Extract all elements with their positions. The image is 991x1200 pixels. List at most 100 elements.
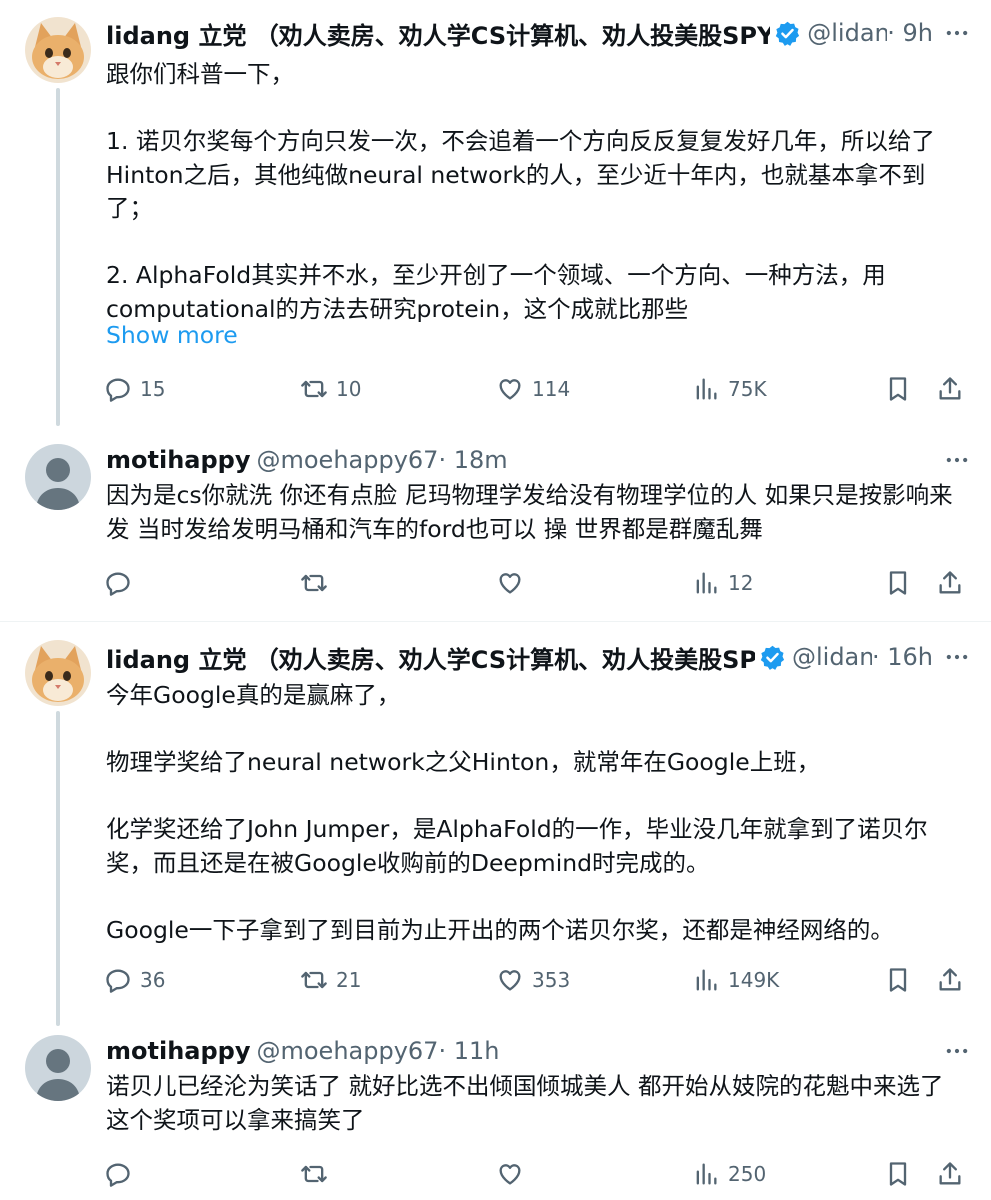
repost-icon [301,1165,327,1183]
views-count: 12 [728,571,754,595]
author-name[interactable]: motihappy [106,1037,250,1065]
tweet-header: motihappy @moehappy67 · 11h [106,1032,971,1070]
tweet-paragraph: 物理学奖给了neural network之父Hinton，就常年在Google上… [106,748,821,776]
author-name[interactable]: lidang 立党 （劝人卖房、劝人学CS计算机、劝人投美股SPY [106,16,770,51]
tweet-paragraph: 化学奖还给了John Jumper，是AlphaFold的一作，毕业没几年就拿到… [106,815,928,877]
like-button[interactable]: 353 [496,963,570,997]
share-button[interactable] [936,566,964,600]
views-button[interactable]: 250 [692,1157,766,1191]
repost-icon [301,574,327,592]
tweet-paragraph: 因为是cs你就洗 你还有点脸 尼玛物理学发给没有物理学位的人 如果只是按影响来发… [106,481,953,543]
author-name[interactable]: lidang 立党 （劝人卖房、劝人学CS计算机、劝人投美股SPY [106,640,755,675]
share-button[interactable] [936,1157,964,1191]
tweet-header: lidang 立党 （劝人卖房、劝人学CS计算机、劝人投美股SPY @lidan… [106,14,971,52]
share-button[interactable] [936,372,964,406]
repost-button[interactable]: 21 [300,963,361,997]
more-options-icon[interactable] [943,446,971,474]
bookmark-icon [889,1162,907,1186]
avatar-cat[interactable] [25,640,91,706]
views-button[interactable]: 75K [692,372,767,406]
views-button[interactable]: 12 [692,566,753,600]
show-more-link[interactable]: Show more [106,319,238,352]
like-icon [499,379,521,400]
like-icon [499,970,521,991]
like-button[interactable] [496,566,532,600]
reply-icon [106,1163,130,1187]
views-count: 75K [728,377,767,401]
tweet-paragraph: 2. AlphaFold其实并不水，至少开创了一个领域、一个方向、一种方法，用c… [106,261,886,323]
bookmark-icon [889,968,907,992]
time-label[interactable]: 9h [903,19,933,47]
author-handle[interactable]: @moehappy67 [256,1037,438,1065]
tweet-time[interactable]: · 9h [887,19,933,47]
avatar-default[interactable] [25,1035,91,1101]
reply-button[interactable] [104,1157,140,1191]
reply-button[interactable]: 15 [104,372,165,406]
like-icon [499,1164,521,1185]
views-icon [696,1163,717,1185]
action-bar: 15 10 114 75K [104,372,965,406]
reply-button[interactable]: 36 [104,963,165,997]
tweet-paragraph: 诺贝儿已经沦为笑话了 就好比选不出倾国倾城美人 都开始从妓院的花魁中来选了 这个… [106,1072,944,1134]
tweet-text: 因为是cs你就洗 你还有点脸 尼玛物理学发给没有物理学位的人 如果只是按影响来发… [106,479,971,546]
avatar-cat[interactable] [25,17,91,83]
tweet-paragraph: 今年Google真的是赢麻了， [106,681,401,709]
tweet-time[interactable]: · 16h [872,643,933,671]
bookmark-button[interactable] [884,963,912,997]
tweet-time[interactable]: · 11h [438,1037,499,1065]
repost-button[interactable] [300,566,336,600]
time-label[interactable]: 18m [454,446,508,474]
views-count: 250 [728,1162,767,1186]
meta-separator: · [887,19,903,47]
tweet-1[interactable]: lidang 立党 （劝人卖房、劝人学CS计算机、劝人投美股SPY @lidan… [0,0,991,430]
share-button[interactable] [936,963,964,997]
tweet-2[interactable]: motihappy @moehappy67 · 18m 因为是cs你就洗 你还有… [0,430,991,622]
share-icon [939,571,961,594]
time-label[interactable]: 16h [887,643,933,671]
bookmark-button[interactable] [884,566,912,600]
more-options-icon[interactable] [943,1037,971,1065]
views-icon [696,378,717,400]
tweet-3[interactable]: lidang 立党 （劝人卖房、劝人学CS计算机、劝人投美股SPY @lidan… [0,622,991,1026]
tweet-paragraph: 1. 诺贝尔奖每个方向只发一次，不会追着一个方向反反复复发好几年，所以给了Hin… [106,127,935,222]
meta-separator: · [871,643,888,671]
share-icon [939,377,961,400]
reply-count: 15 [140,377,166,401]
repost-count: 10 [336,377,362,401]
author-handle[interactable]: @lidangzzz [807,19,887,47]
author-name[interactable]: motihappy [106,446,250,474]
share-icon [939,1162,961,1185]
like-button[interactable]: 114 [496,372,570,406]
repost-icon [301,380,327,398]
thread-line [56,711,60,1026]
bookmark-button[interactable] [884,372,912,406]
views-icon [696,969,717,991]
reply-icon [106,378,130,402]
meta-separator: · [438,446,454,474]
more-options-icon[interactable] [943,643,971,671]
bookmark-button[interactable] [884,1157,912,1191]
tweet-4[interactable]: motihappy @moehappy67 · 11h 诺贝儿已经沦为笑话了 就… [0,1022,991,1200]
action-bar: 250 [104,1157,965,1191]
avatar-default[interactable] [25,444,91,510]
tweet-time[interactable]: · 18m [438,446,507,474]
reply-icon [106,572,130,596]
share-icon [939,968,961,991]
timeline: lidang 立党 （劝人卖房、劝人学CS计算机、劝人投美股SPY @lidan… [0,0,991,1200]
like-button[interactable] [496,1157,532,1191]
repost-button[interactable] [300,1157,336,1191]
tweet-text: 跟你们科普一下， 1. 诺贝尔奖每个方向只发一次，不会追着一个方向反反复复发好几… [106,58,971,326]
like-icon [499,573,521,594]
repost-button[interactable]: 10 [300,372,361,406]
reply-button[interactable] [104,566,140,600]
author-handle[interactable]: @lidangzzz [792,643,872,671]
repost-count: 21 [336,968,362,992]
bookmark-icon [889,377,907,401]
tweet-text: 今年Google真的是赢麻了， 物理学奖给了neural network之父Hi… [106,679,971,947]
author-handle[interactable]: @moehappy67 [256,446,438,474]
views-button[interactable]: 149K [692,963,779,997]
more-options-icon[interactable] [943,19,971,47]
verified-badge-icon [776,21,800,46]
time-label[interactable]: 11h [454,1037,500,1065]
bookmark-icon [889,571,907,595]
